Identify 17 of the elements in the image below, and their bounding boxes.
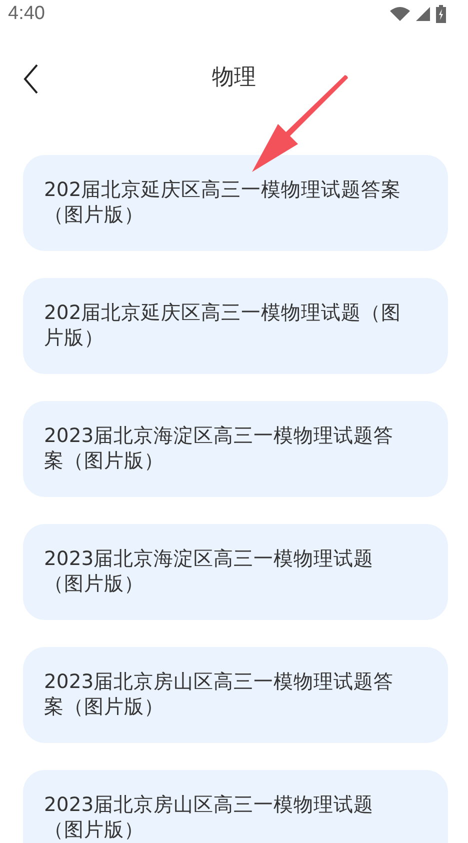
list-card[interactable]: 202届北京延庆区高三一模物理试题（图 片版）: [23, 278, 448, 374]
status-time: 4:40: [8, 3, 45, 25]
card-title: 202届北京延庆区高三一模物理试题答案 （图片版）: [44, 177, 402, 227]
list-card[interactable]: 2023届北京海淀区高三一模物理试题答 案（图片版）: [23, 401, 448, 497]
card-title: 2023届北京海淀区高三一模物理试题答 案（图片版）: [44, 423, 395, 473]
list-card[interactable]: 2023届北京海淀区高三一模物理试题 （图片版）: [23, 524, 448, 620]
list-card[interactable]: 2023届北京房山区高三一模物理试题答 案（图片版）: [23, 647, 448, 743]
card-title: 2023届北京房山区高三一模物理试题答 案（图片版）: [44, 669, 395, 719]
wifi-icon: [390, 7, 410, 21]
card-title: 202届北京延庆区高三一模物理试题（图 片版）: [44, 300, 402, 350]
list-card[interactable]: 202届北京延庆区高三一模物理试题答案 （图片版）: [23, 155, 448, 251]
signal-icon: [416, 7, 430, 21]
card-title: 2023届北京海淀区高三一模物理试题 （图片版）: [44, 546, 375, 596]
battery-icon: [436, 5, 446, 23]
page-title: 物理: [212, 64, 256, 92]
card-title: 2023届北京房山区高三一模物理试题 （图片版）: [44, 792, 375, 842]
list-card[interactable]: 2023届北京房山区高三一模物理试题 （图片版）: [23, 770, 448, 843]
